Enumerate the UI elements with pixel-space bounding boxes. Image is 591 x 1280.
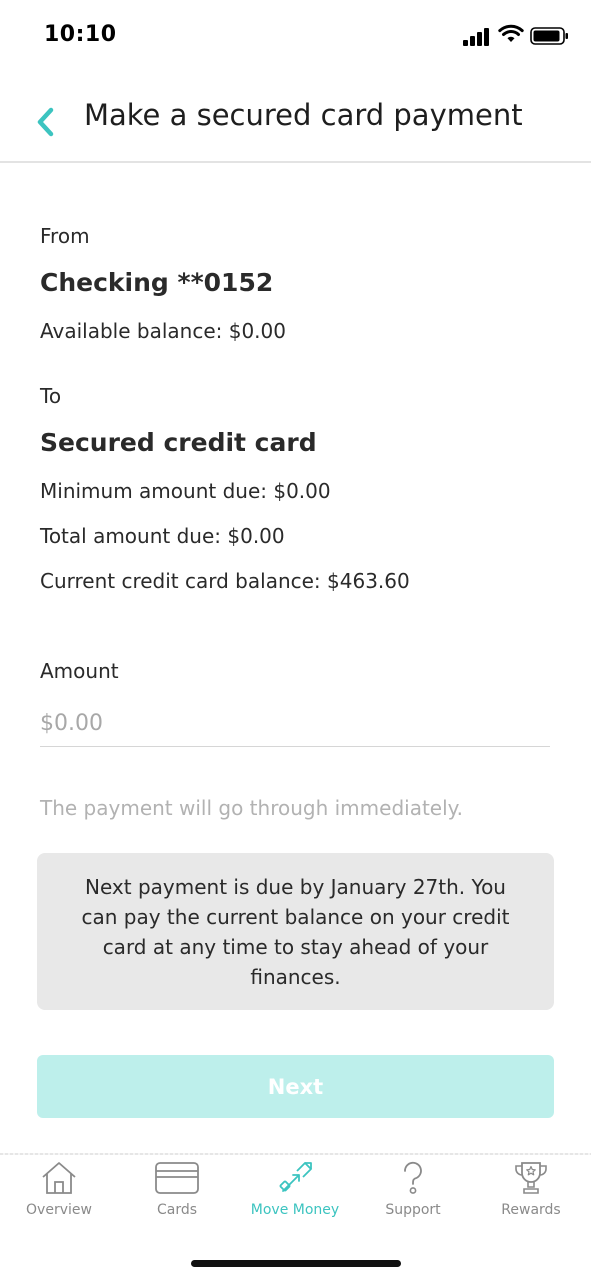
question-icon xyxy=(404,1161,422,1194)
total-amount-due: Total amount due: $0.00 xyxy=(40,524,285,548)
due-date-notice: Next payment is due by January 27th. You… xyxy=(37,853,554,1010)
to-label: To xyxy=(40,384,62,408)
tab-move-money[interactable]: Move Money xyxy=(236,1160,354,1224)
tab-rewards[interactable]: Rewards xyxy=(472,1160,590,1224)
tab-label: Cards xyxy=(156,1202,198,1218)
wifi-icon xyxy=(498,24,524,44)
tab-cards[interactable]: Cards xyxy=(118,1160,236,1224)
status-time: 10:10 xyxy=(44,22,117,47)
tab-label: Move Money xyxy=(250,1202,340,1218)
transfer-arrows-icon xyxy=(279,1162,312,1192)
tab-support[interactable]: Support xyxy=(354,1160,472,1224)
payment-hint: The payment will go through immediately. xyxy=(40,796,463,820)
from-account: Checking **0152 xyxy=(40,268,274,297)
back-chevron-icon[interactable] xyxy=(32,104,60,140)
tab-bar-divider xyxy=(0,1153,591,1155)
from-label: From xyxy=(40,224,90,248)
card-icon xyxy=(155,1162,199,1194)
amount-input[interactable] xyxy=(40,700,550,747)
amount-label: Amount xyxy=(40,659,119,683)
notice-text: Next payment is due by January 27th. You… xyxy=(81,874,510,989)
tab-label: Support xyxy=(385,1202,441,1218)
header-divider xyxy=(0,161,591,163)
signal-icon xyxy=(463,26,491,46)
available-balance: Available balance: $0.00 xyxy=(40,319,286,343)
home-indicator[interactable] xyxy=(191,1260,401,1267)
home-icon xyxy=(42,1162,76,1194)
current-credit-card-balance: Current credit card balance: $463.60 xyxy=(40,569,410,593)
page-title: Make a secured card payment xyxy=(84,98,523,132)
minimum-amount-due: Minimum amount due: $0.00 xyxy=(40,479,331,503)
battery-icon xyxy=(530,26,570,46)
to-account: Secured credit card xyxy=(40,428,317,457)
next-button[interactable]: Next xyxy=(37,1055,554,1118)
tab-label: Rewards xyxy=(501,1202,561,1218)
tab-overview[interactable]: Overview xyxy=(0,1160,118,1224)
trophy-icon xyxy=(515,1162,547,1194)
tab-label: Overview xyxy=(26,1202,92,1218)
